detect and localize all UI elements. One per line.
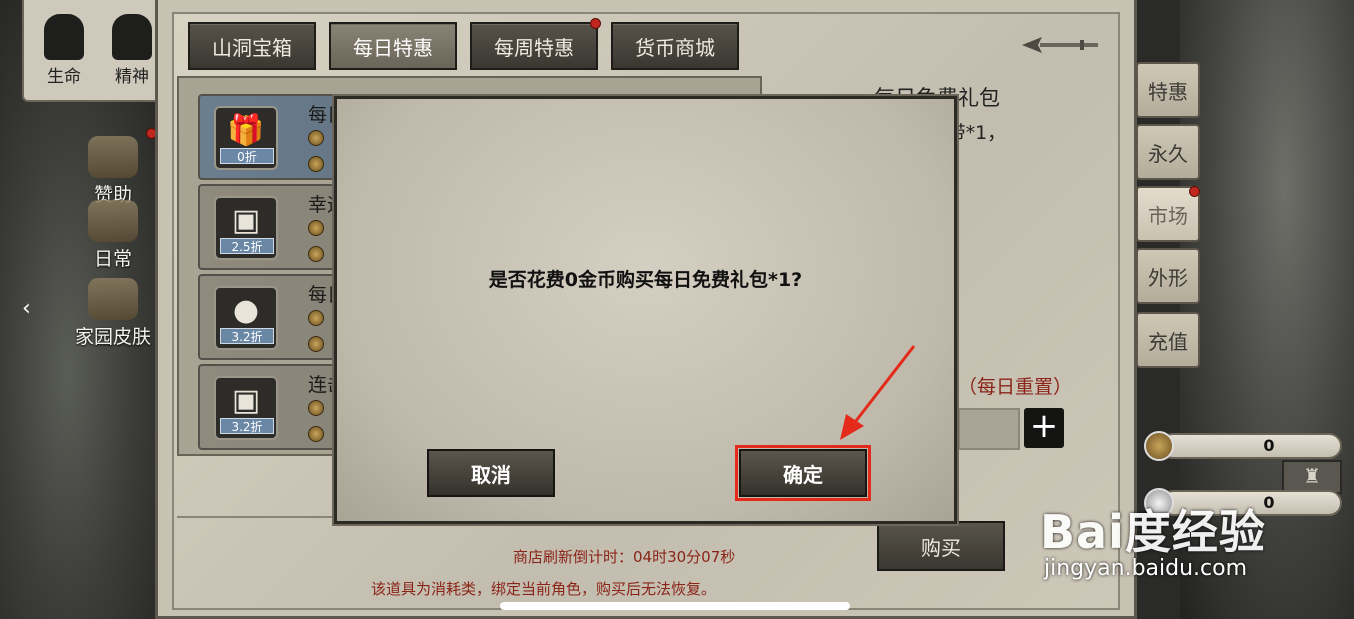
discount-badge: 3.2折 [220, 418, 274, 434]
refresh-countdown: 商店刷新倒计时：04时30分07秒 [513, 548, 736, 566]
watermark-url: jingyan.baidu.com [1044, 556, 1248, 581]
buy-button-label: 购买 [921, 535, 961, 560]
sponsor-chest-icon [88, 136, 138, 178]
home-skin-icon [88, 278, 138, 320]
cancel-button[interactable]: 取消 [427, 449, 555, 497]
lightning-icon [112, 14, 152, 60]
coin-icon [308, 220, 324, 236]
side-tab-label: 永久 [1148, 141, 1188, 166]
stat-spirit-label: 精神 [115, 67, 149, 87]
side-tab-label: 市场 [1148, 203, 1188, 228]
menu-daily[interactable]: 日常 [58, 200, 168, 271]
tab-label: 货币商城 [635, 35, 715, 60]
menu-home-skin-label: 家园皮肤 [74, 326, 151, 348]
binding-notice: 该道具为消耗类，绑定当前角色，购买后无法恢复。 [371, 580, 717, 598]
stat-spirit: 精神 [104, 0, 160, 87]
chest-icon: ▣ 2.5折 [214, 196, 278, 260]
sack-icon: ● 3.2折 [214, 286, 278, 350]
shop-footer: 商店刷新倒计时：04时30分07秒 该道具为消耗类，绑定当前角色，购买后无法恢复… [177, 516, 877, 602]
coin-icon [308, 130, 324, 146]
stat-health-label: 生命 [47, 67, 81, 87]
baidu-watermark: Bai度经验 jingyan.baidu.com [1040, 496, 1340, 596]
coin-icon [308, 336, 324, 352]
scroll-icon [88, 200, 138, 242]
tab-label: 山洞宝箱 [212, 35, 292, 60]
watermark-brand: Bai度经验 [1040, 505, 1266, 559]
gold-coin-icon [1144, 431, 1174, 461]
confirm-button[interactable]: 确定 [735, 445, 871, 501]
side-tab-appearance[interactable]: 外形 [1136, 248, 1200, 304]
side-tab-label: 充值 [1148, 329, 1188, 354]
gold-amount: 0 [1263, 436, 1275, 455]
confirm-message: 是否花费0金币购买每日免费礼包*1? [488, 269, 803, 291]
gold-balance: 0 [1160, 433, 1342, 459]
buy-button[interactable]: 购买 [877, 521, 1005, 571]
tab-weekly-deal[interactable]: 每周特惠 [470, 22, 598, 70]
coin-icon [308, 400, 324, 416]
tab-daily-deal[interactable]: 每日特惠 [329, 22, 457, 70]
chest-icon: ▣ 3.2折 [214, 376, 278, 440]
spear-icon [1022, 37, 1098, 53]
notification-badge [590, 18, 601, 29]
gift-icon: 🎁 0折 [214, 106, 278, 170]
menu-daily-label: 日常 [93, 248, 132, 270]
reset-note: （每日重置） [958, 376, 1073, 398]
side-tab-label: 特惠 [1148, 79, 1188, 104]
tab-label: 每日特惠 [353, 35, 433, 60]
side-tab-permanent[interactable]: 永久 [1136, 124, 1200, 180]
discount-badge: 2.5折 [220, 238, 274, 254]
tab-currency-shop[interactable]: 货币商城 [611, 22, 739, 70]
coin-icon [308, 426, 324, 442]
plus-button[interactable]: + [1024, 408, 1064, 448]
status-panel: 生命 精神 [22, 0, 162, 102]
quantity-field[interactable] [958, 408, 1020, 450]
chevron-left-icon[interactable]: ‹ [22, 296, 42, 322]
coin-icon [308, 246, 324, 262]
side-tab-label: 外形 [1148, 265, 1188, 290]
discount-badge: 0折 [220, 148, 274, 164]
confirm-button-label: 确定 [783, 462, 823, 487]
tab-cave-chest[interactable]: 山洞宝箱 [188, 22, 316, 70]
side-tab-recharge[interactable]: 充值 [1136, 312, 1200, 368]
cancel-button-label: 取消 [471, 462, 511, 487]
muscle-icon [44, 14, 84, 60]
menu-sponsor[interactable]: 赞助 [58, 136, 168, 207]
discount-badge: 3.2折 [220, 328, 274, 344]
confirm-dialog: 是否花费0金币购买每日免费礼包*1? 取消 确定 [334, 96, 957, 524]
stat-health: 生命 [36, 0, 92, 87]
tab-label: 每周特惠 [494, 35, 574, 60]
side-tab-special[interactable]: 特惠 [1136, 62, 1200, 118]
notification-badge [1189, 186, 1200, 197]
coin-icon [308, 310, 324, 326]
annotation-arrow-icon [840, 345, 916, 440]
character-button[interactable]: ♜ [1282, 460, 1342, 494]
coin-icon [308, 156, 324, 172]
home-indicator[interactable] [500, 602, 850, 610]
menu-home-skin[interactable]: 家园皮肤 [58, 278, 168, 349]
